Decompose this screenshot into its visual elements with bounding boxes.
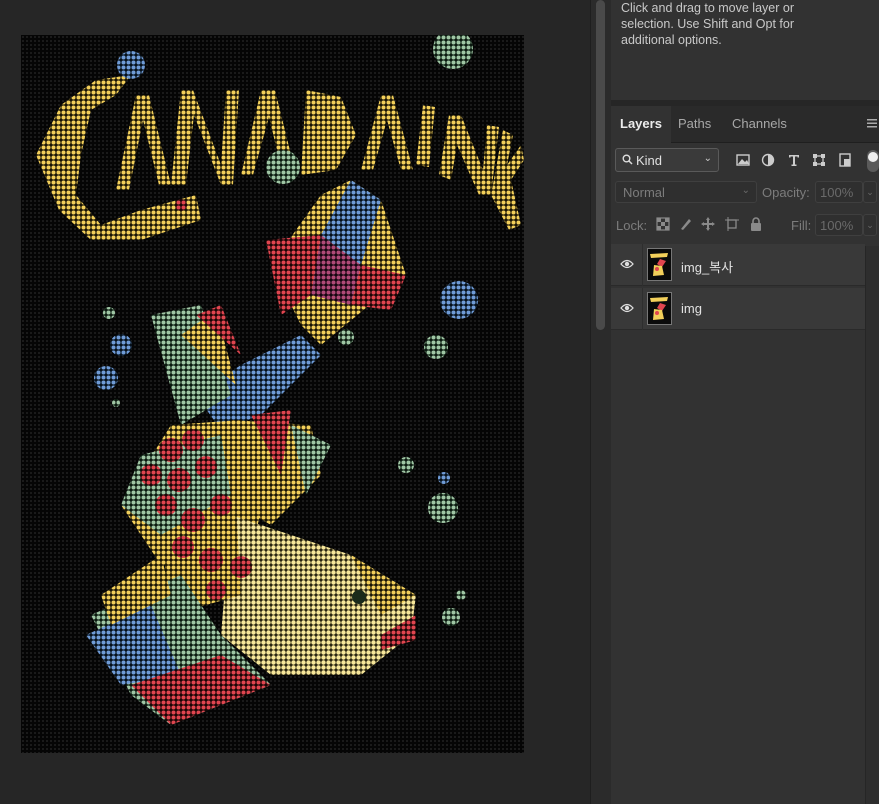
filter-kind-label: Kind xyxy=(636,153,663,168)
search-icon xyxy=(622,154,633,165)
chevron-down-icon: ⌄ xyxy=(741,185,750,196)
fill-label: Fill: xyxy=(791,218,812,233)
lock-image-pixels-icon[interactable] xyxy=(678,216,694,232)
fill-chevron-down-icon[interactable]: ⌄ xyxy=(863,214,877,236)
eye-icon[interactable] xyxy=(620,302,634,314)
document-canvas-area[interactable] xyxy=(0,0,590,804)
tab-paths[interactable]: Paths xyxy=(669,106,720,142)
filter-toggle-switch[interactable] xyxy=(867,150,879,172)
filter-type-layers-icon[interactable] xyxy=(786,152,802,168)
tab-layers[interactable]: Layers xyxy=(611,106,671,143)
opacity-field[interactable]: 100% xyxy=(815,181,863,203)
opacity-chevron-down-icon[interactable]: ⌄ xyxy=(863,181,877,203)
blend-mode-value: Normal xyxy=(623,185,665,200)
layers-panel: Layers Paths Channels Kind ⌄ Normal ⌄ Op… xyxy=(611,106,879,804)
document-image[interactable] xyxy=(21,35,524,753)
vertical-scrollbar[interactable] xyxy=(590,0,613,804)
filter-kind-select[interactable]: Kind ⌄ xyxy=(615,148,719,172)
panel-tab-bar: Layers Paths Channels xyxy=(611,106,879,143)
scrollbar-thumb[interactable] xyxy=(596,0,605,330)
filter-shape-layers-icon[interactable] xyxy=(811,152,827,168)
lock-all-icon[interactable] xyxy=(748,216,764,232)
lock-position-icon[interactable] xyxy=(700,216,716,232)
artwork-title-lettering xyxy=(36,51,524,240)
lock-label: Lock: xyxy=(616,218,648,233)
artwork-illustration xyxy=(36,35,524,725)
lock-artboard-icon[interactable] xyxy=(724,216,740,232)
layer-name[interactable]: img_복사 xyxy=(681,257,733,276)
eye-icon[interactable] xyxy=(620,258,634,270)
blend-mode-select[interactable]: Normal ⌄ xyxy=(615,181,757,203)
opacity-label: Opacity: xyxy=(762,185,810,200)
visibility-column-divider xyxy=(642,288,643,330)
visibility-column-divider xyxy=(642,244,643,286)
layer-thumbnail[interactable] xyxy=(647,248,672,281)
filter-pixel-layers-icon[interactable] xyxy=(735,152,751,168)
filter-smart-objects-icon[interactable] xyxy=(837,152,853,168)
tab-channels[interactable]: Channels xyxy=(723,106,796,142)
lock-transparent-pixels-icon[interactable] xyxy=(655,216,671,232)
fill-field[interactable]: 100% xyxy=(815,214,863,236)
tool-tip-panel: Click and drag to move layer or selectio… xyxy=(611,0,879,106)
panel-menu-icon[interactable] xyxy=(867,118,879,130)
artwork-fish-body xyxy=(86,305,416,725)
layer-row-img[interactable]: img xyxy=(611,288,865,330)
layer-name[interactable]: img xyxy=(681,301,702,316)
right-panel-dock: Click and drag to move layer or selectio… xyxy=(611,0,879,804)
filter-adjustment-layers-icon[interactable] xyxy=(760,152,776,168)
tool-tip-text: Click and drag to move layer or selectio… xyxy=(621,1,795,47)
chevron-down-icon: ⌄ xyxy=(703,153,712,164)
layers-list-scroll-strip[interactable] xyxy=(865,246,879,804)
layer-row-img-copy[interactable]: img_복사 xyxy=(611,244,865,286)
layer-thumbnail[interactable] xyxy=(647,292,672,325)
artwork-fish-tail xyxy=(266,180,406,345)
